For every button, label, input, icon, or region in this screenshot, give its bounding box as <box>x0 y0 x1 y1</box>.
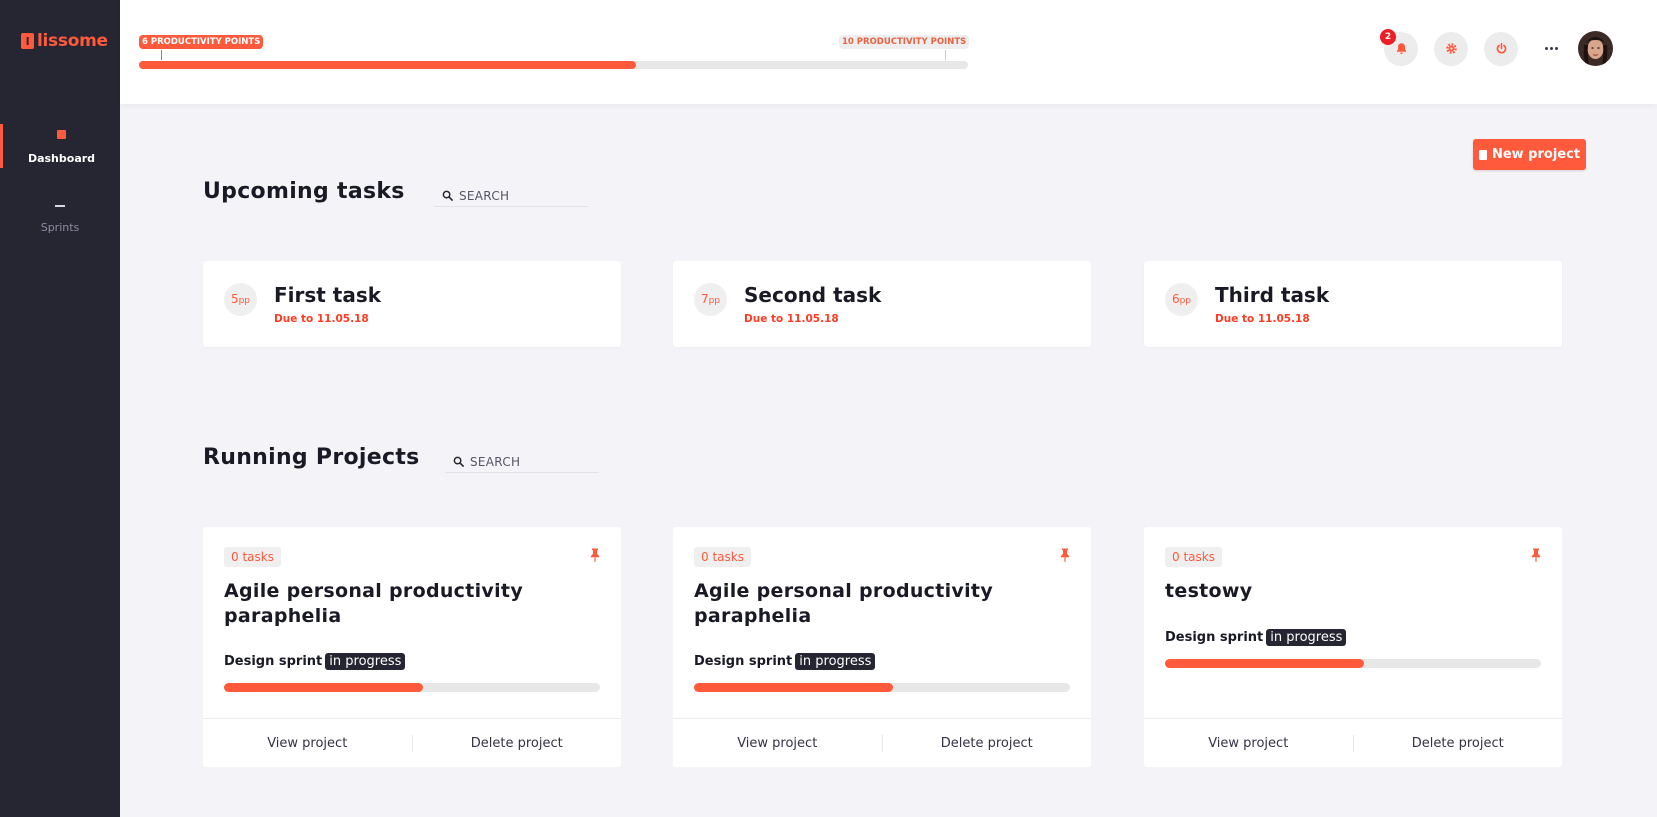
task-due-date: Due to 11.05.18 <box>1215 313 1310 325</box>
new-project-label: New project <box>1491 147 1581 162</box>
logout-button[interactable] <box>1484 31 1518 66</box>
project-card: 0 tasks testowy Design sprint in progres… <box>1144 527 1562 767</box>
sprint-name: Design sprint <box>694 654 793 669</box>
brand-name: lissome <box>37 31 108 51</box>
search-placeholder: SEARCH <box>470 454 521 469</box>
bell-icon <box>1396 43 1406 54</box>
task-due-date: Due to 11.05.18 <box>744 313 839 325</box>
status-badge: in progress <box>795 653 876 670</box>
task-card[interactable]: 5 pp First task Due to 11.05.18 <box>203 261 621 347</box>
view-project-button[interactable]: View project <box>673 736 882 751</box>
task-count-badge: 0 tasks <box>694 547 751 567</box>
project-card: 0 tasks Agile personal productivity para… <box>203 527 621 767</box>
search-icon <box>442 190 453 201</box>
upcoming-tasks-title: Upcoming tasks <box>203 179 405 204</box>
view-project-button[interactable]: View project <box>1144 736 1353 751</box>
task-name: First task <box>274 283 382 307</box>
delete-project-button[interactable]: Delete project <box>883 736 1092 751</box>
gear-icon <box>1445 43 1457 54</box>
notifications-button[interactable]: 2 <box>1380 28 1418 66</box>
task-name: Third task <box>1215 283 1330 307</box>
task-card[interactable]: 7 pp Second task Due to 11.05.18 <box>673 261 1091 347</box>
project-progress-bar <box>1165 659 1541 668</box>
points-badge: 6 pp <box>1165 283 1198 316</box>
task-count-badge: 0 tasks <box>224 547 281 567</box>
project-progress-bar <box>224 683 600 692</box>
goal-points-marker <box>945 50 946 60</box>
search-placeholder: SEARCH <box>459 188 510 203</box>
document-icon <box>1478 149 1487 160</box>
project-progress-fill <box>1165 659 1365 668</box>
projects-search-input[interactable]: SEARCH <box>445 451 599 473</box>
view-project-button[interactable]: View project <box>203 736 412 751</box>
goal-points-badge: 10 PRODUCTIVITY POINTS <box>839 35 970 49</box>
tasks-search-input[interactable]: SEARCH <box>434 185 588 207</box>
sprint-status: Design sprint in progress <box>694 653 876 670</box>
dashboard-icon <box>57 130 66 139</box>
app-logo[interactable]: l lissome <box>21 31 108 51</box>
logo-mark-icon: l <box>21 33 34 49</box>
sidebar-item-dashboard[interactable]: Dashboard <box>0 124 120 168</box>
task-due-date: Due to 11.05.18 <box>274 313 369 325</box>
productivity-progress-bar <box>139 61 968 69</box>
sprint-name: Design sprint <box>1165 630 1264 645</box>
sidebar-item-label: Dashboard <box>27 152 96 165</box>
pin-icon[interactable] <box>1060 548 1070 562</box>
new-project-button[interactable]: New project <box>1473 139 1586 170</box>
project-progress-fill <box>694 683 894 692</box>
user-avatar-image <box>1578 31 1613 66</box>
current-points-badge: 6 PRODUCTIVITY POINTS <box>139 35 264 49</box>
pin-icon[interactable] <box>590 548 600 562</box>
delete-project-button[interactable]: Delete project <box>413 736 622 751</box>
running-projects-title: Running Projects <box>203 445 420 470</box>
sprint-name: Design sprint <box>224 654 323 669</box>
notification-count-badge: 2 <box>1380 28 1396 45</box>
project-name: testowy <box>1165 580 1253 602</box>
search-icon <box>453 456 464 467</box>
sidebar-item-sprints[interactable]: Sprints <box>0 200 120 234</box>
sprint-status: Design sprint in progress <box>1165 629 1347 646</box>
sidebar: l lissome Dashboard Sprints <box>0 0 120 817</box>
points-badge: 7 pp <box>694 283 727 316</box>
task-count-badge: 0 tasks <box>1165 547 1222 567</box>
task-name: Second task <box>744 283 882 307</box>
more-icon <box>1544 47 1558 50</box>
project-name: Agile personal productivity paraphelia <box>694 580 994 627</box>
pin-icon[interactable] <box>1531 548 1541 562</box>
power-icon <box>1496 42 1506 54</box>
sprint-status: Design sprint in progress <box>224 653 406 670</box>
card-footer: View project Delete project <box>673 718 1091 767</box>
more-button[interactable] <box>1534 32 1568 66</box>
sprints-icon <box>55 205 65 207</box>
delete-project-button[interactable]: Delete project <box>1354 736 1563 751</box>
settings-button[interactable] <box>1434 31 1468 66</box>
sidebar-item-label: Sprints <box>40 221 80 234</box>
card-footer: View project Delete project <box>1144 718 1562 767</box>
status-badge: in progress <box>1266 629 1347 646</box>
project-card: 0 tasks Agile personal productivity para… <box>673 527 1091 767</box>
project-progress-bar <box>694 683 1070 692</box>
project-progress-fill <box>224 683 424 692</box>
top-bar: 6 PRODUCTIVITY POINTS 10 PRODUCTIVITY PO… <box>120 0 1657 104</box>
project-name: Agile personal productivity paraphelia <box>224 580 524 627</box>
card-footer: View project Delete project <box>203 718 621 767</box>
header-actions: 2 <box>1380 28 1613 66</box>
avatar[interactable] <box>1578 31 1613 66</box>
task-card[interactable]: 6 pp Third task Due to 11.05.18 <box>1144 261 1562 347</box>
current-points-marker <box>161 50 162 60</box>
status-badge: in progress <box>325 653 406 670</box>
points-badge: 5 pp <box>224 283 257 316</box>
productivity-progress-fill <box>139 61 637 69</box>
